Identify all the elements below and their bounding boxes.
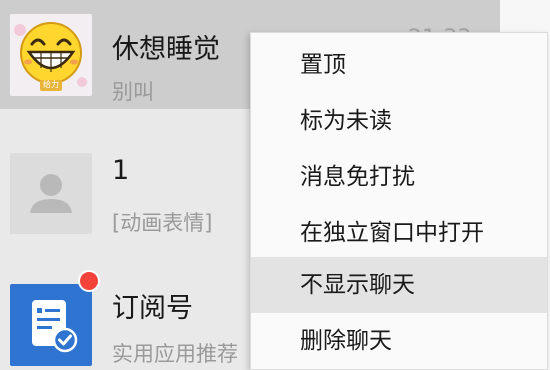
chat-name: 休想睡觉 [112,34,220,65]
avatar[interactable]: 给力 [10,14,92,96]
subscription-icon [10,284,92,366]
menu-item-open-in-window[interactable]: 在独立窗口中打开 [251,205,547,261]
menu-item-mark-unread[interactable]: 标为未读 [251,93,547,149]
menu-item-mute[interactable]: 消息免打扰 [251,149,547,205]
context-menu: 置顶 标为未读 消息免打扰 在独立窗口中打开 不显示聊天 删除聊天 [250,32,548,370]
chat-name: 订阅号 [112,293,193,324]
menu-item-delete-chat[interactable]: 删除聊天 [251,313,547,369]
default-person-icon [10,153,92,235]
chat-preview: [动画表情] [112,211,213,235]
wechat-window: 给力 休想睡觉 别叫 21:33 1 [动画表情] [0,0,550,370]
avatar-caption: 给力 [43,80,59,89]
chat-preview: 别叫 [112,80,154,104]
chat-name: 1 [112,155,130,186]
unread-dot [78,270,100,292]
menu-item-pin[interactable]: 置顶 [251,37,547,93]
chat-preview: 实用应用推荐 [112,342,238,366]
menu-item-hide-chat[interactable]: 不显示聊天 [251,257,547,313]
avatar[interactable] [10,270,100,366]
avatar[interactable] [10,153,92,235]
